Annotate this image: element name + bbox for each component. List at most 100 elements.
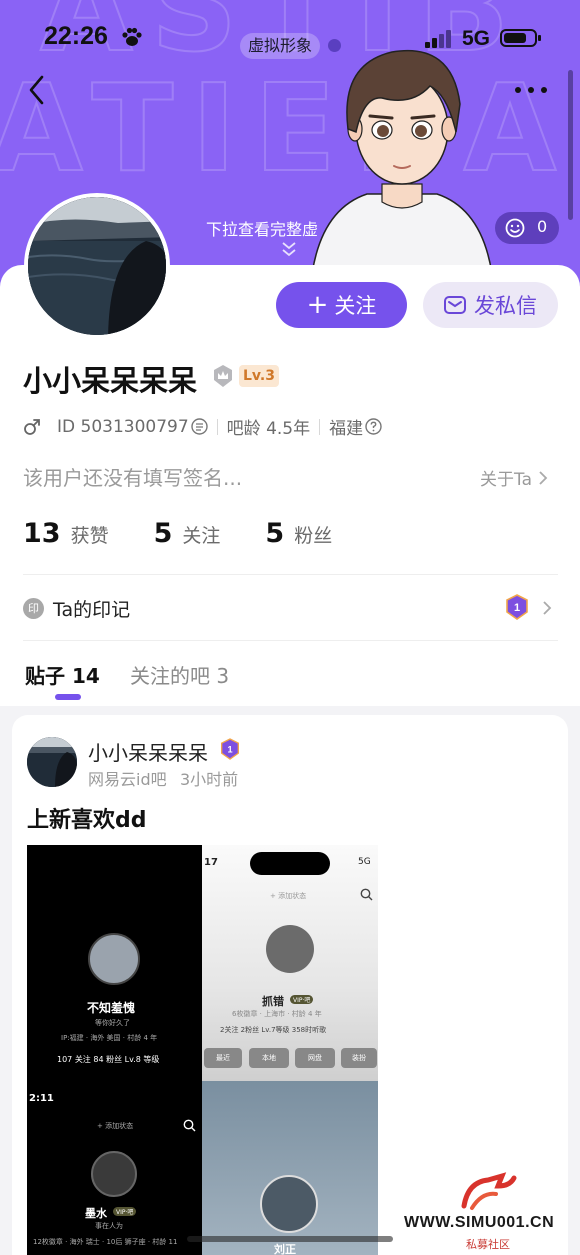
- copy-id-icon[interactable]: [190, 418, 208, 435]
- mini-ip: IP:福建 · 海外 美国 · 村龄 4 年: [61, 1034, 158, 1042]
- svg-text:1: 1: [514, 602, 520, 614]
- question-icon[interactable]: [365, 418, 382, 435]
- marks-row[interactable]: 印 Ta的印记: [23, 595, 130, 622]
- image-quadrant: 2:11 + 添加状态 墨水 VIP·吧 事在人为 12枚徽章 · 海外 瑞士 …: [27, 1081, 202, 1255]
- marks-label: Ta的印记: [53, 599, 131, 621]
- tab-posts[interactable]: 贴子 14: [25, 660, 100, 689]
- chevron-right-icon[interactable]: [542, 600, 552, 616]
- mini-name: 墨水: [85, 1207, 107, 1220]
- divider: [23, 640, 558, 641]
- mini-name: 抓错: [262, 995, 284, 1008]
- crown-badge-icon: [214, 365, 232, 387]
- chevron-right-icon: [539, 470, 548, 485]
- mini-avatar: [260, 1175, 318, 1233]
- male-icon: [24, 418, 40, 435]
- follow-button[interactable]: + 关注: [276, 282, 407, 328]
- location: 福建: [329, 419, 364, 439]
- search-icon: [183, 1119, 196, 1132]
- mini-add-status: + 添加状态: [270, 892, 307, 900]
- avatar-photo: [27, 737, 77, 787]
- virtual-avatar-figure[interactable]: [312, 34, 492, 274]
- svg-text:1: 1: [227, 744, 232, 754]
- status-time: 22:26: [44, 22, 108, 50]
- like-count: 0: [537, 217, 548, 236]
- profile-meta: ID 5031300797 吧龄 4.5年 福建: [23, 414, 382, 439]
- watermark-logo: [461, 1172, 517, 1210]
- mini-time: 2:11: [29, 1093, 54, 1104]
- paw-icon: [122, 27, 142, 46]
- more-icon[interactable]: [514, 86, 548, 94]
- post-bar-name[interactable]: 网易云id吧: [88, 766, 167, 790]
- image-quadrant: 刘正: [202, 1081, 378, 1255]
- watermark: WWW.SIMU001.CN 私募社区: [400, 1170, 580, 1255]
- pull-down-hint: 下拉查看完整虚: [206, 220, 319, 239]
- mini-avatar: [91, 1151, 137, 1197]
- mini-button: 最近: [204, 1048, 242, 1068]
- mini-line: 6枚徽章 · 上海市 · 村龄 4 年: [232, 1010, 322, 1018]
- mini-time: 17: [204, 857, 218, 868]
- mini-button: 装扮: [341, 1048, 377, 1068]
- back-icon[interactable]: [26, 74, 48, 106]
- mini-avatar: [88, 933, 140, 985]
- mini-net: 5G: [358, 857, 371, 867]
- likes-count[interactable]: 13: [23, 518, 61, 549]
- watermark-sub: 私募社区: [466, 1238, 510, 1251]
- mini-stats: 107 关注 84 粉丝 Lv.8 等级: [57, 1055, 160, 1064]
- follow-label: 关注: [334, 294, 377, 318]
- mini-sub: 等你好久了: [95, 1019, 130, 1027]
- followers-label[interactable]: 粉丝: [294, 521, 332, 548]
- mini-button: 本地: [249, 1048, 289, 1068]
- tieba-age: 吧龄 4.5年: [226, 419, 311, 439]
- search-icon: [360, 888, 373, 901]
- image-quadrant: 不知羞愧 等你好久了 IP:福建 · 海外 美国 · 村龄 4 年 107 关注…: [27, 845, 202, 1081]
- post-author-name[interactable]: 小小呆呆呆呆: [88, 737, 208, 766]
- followers-count[interactable]: 5: [265, 518, 284, 549]
- watermark-text: WWW.SIMU001.CN: [404, 1214, 555, 1231]
- tab-indicator: [55, 694, 81, 700]
- following-count[interactable]: 5: [154, 518, 173, 549]
- mini-name: 刘正: [274, 1243, 296, 1255]
- profile-stats: 13 获赞 5 关注 5 粉丝: [23, 518, 377, 549]
- medal-icon[interactable]: 1: [505, 594, 529, 620]
- image-quadrant: 17 5G + 添加状态 抓错 VIP·吧 6枚徽章 · 上海市 · 村龄 4 …: [202, 845, 378, 1081]
- about-label: 关于Ta: [480, 470, 532, 490]
- scrollbar[interactable]: [568, 70, 573, 220]
- post-author-avatar[interactable]: [27, 737, 77, 787]
- send-message-button[interactable]: 发私信: [423, 282, 558, 328]
- following-label[interactable]: 关注: [182, 521, 220, 548]
- virtual-avatar-pill[interactable]: 虚拟形象: [240, 33, 321, 59]
- home-indicator[interactable]: [187, 1236, 393, 1242]
- level-badge: Lv.3: [239, 365, 279, 387]
- mini-vip: VIP·吧: [113, 1207, 137, 1216]
- user-id: ID 5031300797: [57, 416, 189, 437]
- battery-icon: [500, 29, 541, 47]
- message-label: 发私信: [474, 294, 537, 318]
- double-chevron-down-icon: [282, 242, 296, 257]
- seal-icon: 印: [23, 598, 44, 619]
- divider: [216, 418, 218, 435]
- like-button[interactable]: 0: [495, 212, 559, 244]
- likes-label[interactable]: 获赞: [71, 521, 109, 548]
- dynamic-island: [250, 852, 330, 875]
- post-image[interactable]: 不知羞愧 等你好久了 IP:福建 · 海外 美国 · 村龄 4 年 107 关注…: [27, 845, 378, 1255]
- post-title[interactable]: 上新喜欢dd: [27, 802, 147, 834]
- tab-followed-bars[interactable]: 关注的吧 3: [130, 660, 229, 689]
- mini-sub: 事在人为: [95, 1222, 123, 1230]
- envelope-icon: [444, 296, 466, 314]
- bio-text: 该用户还没有填写签名...: [23, 466, 243, 490]
- divider: [23, 574, 558, 575]
- medal-icon: 1: [221, 738, 239, 760]
- about-link[interactable]: 关于Ta: [480, 465, 548, 490]
- username: 小小呆呆呆呆: [23, 364, 198, 398]
- divider: [319, 418, 321, 435]
- smile-icon: [505, 218, 525, 238]
- avatar[interactable]: [24, 193, 170, 339]
- plus-icon: +: [306, 290, 329, 320]
- mini-avatar: [266, 925, 314, 973]
- mini-stats: 2关注 2粉丝 Lv.7等级 358时听歌: [220, 1026, 327, 1034]
- mini-button: 网盘: [295, 1048, 335, 1068]
- mini-vip: VIP·吧: [290, 995, 314, 1004]
- mini-name: 不知羞愧: [87, 1001, 136, 1015]
- post-time: 3小时前: [180, 770, 239, 789]
- mini-add-status: + 添加状态: [97, 1122, 134, 1130]
